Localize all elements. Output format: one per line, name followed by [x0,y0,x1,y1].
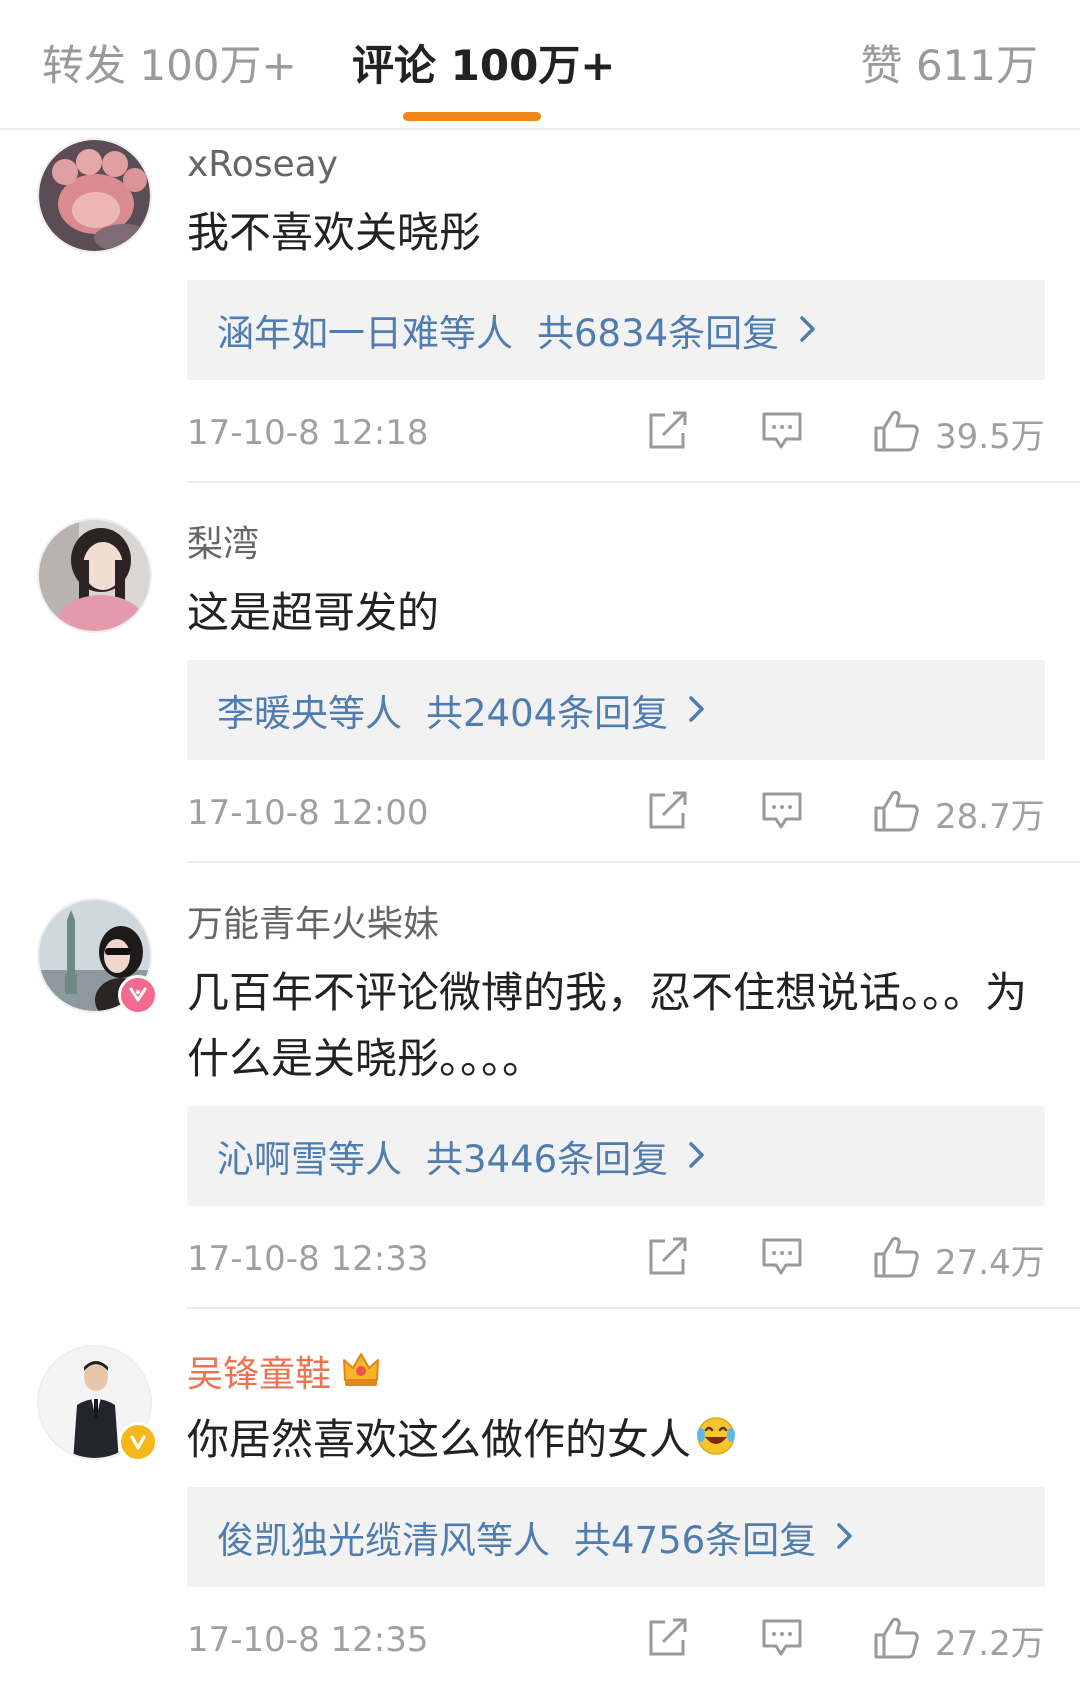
thumbs-up-icon [873,1616,919,1664]
reply-names: 俊凯独光缆清风等人 [217,1519,550,1562]
active-tab-indicator [403,112,541,121]
reply-button[interactable] [761,1237,803,1281]
tab-forward[interactable]: 转发 100万+ [42,40,297,92]
reply-count: 共3446条回复 [426,1138,669,1181]
comment-text-body: 你居然喜欢这么做作的女人 [187,1415,692,1464]
comment-meta: 17-10-8 12:18 39.5万 [187,409,1045,457]
replies-summary[interactable]: 涵年如一日难等人 共6834条回复 [187,280,1045,380]
reply-button[interactable] [761,1618,803,1662]
verified-yellow-badge-icon [118,1422,158,1462]
share-icon [647,1237,689,1281]
share-icon [647,791,689,835]
share-button[interactable] [647,411,689,455]
reply-count: 共2404条回复 [426,692,669,735]
thumbs-up-icon [873,409,919,457]
comment-text: 我不喜欢关晓彤 [187,208,482,257]
comment-icon [761,1237,803,1281]
comment-text: 几百年不评论微博的我，忍不住想说话。。。为什么是关晓彤。。。。 [187,968,1028,1083]
divider [187,1307,1080,1309]
username[interactable]: xRoseay [187,143,338,187]
reply-names: 沁啊雪等人 [217,1138,402,1181]
comment-meta: 17-10-8 12:00 28.7万 [187,789,1045,837]
replies-summary[interactable]: 李暖央等人 共2404条回复 [187,660,1045,760]
reply-count: 共4756条回复 [574,1519,817,1562]
share-button[interactable] [647,791,689,835]
chevron-right-icon [799,309,817,352]
tab-likes[interactable]: 赞 611万 [860,40,1038,92]
replies-summary[interactable]: 沁啊雪等人 共3446条回复 [187,1106,1045,1206]
reply-button[interactable] [761,411,803,455]
replies-summary[interactable]: 俊凯独光缆清风等人 共4756条回复 [187,1487,1045,1587]
like-count: 28.7万 [935,796,1045,837]
like-count: 27.2万 [935,1623,1045,1664]
like-button[interactable]: 39.5万 [873,409,1045,457]
username[interactable]: 梨湾 [187,523,259,567]
chevron-right-icon [688,689,706,732]
username[interactable]: 吴锋童鞋 [187,1350,381,1399]
vip-pink-badge-icon [118,975,158,1015]
comment-meta: 17-10-8 12:35 27.2万 [187,1616,1045,1664]
crying-laughing-emoji [695,1410,737,1476]
crown-icon [341,1350,381,1399]
avatar[interactable] [37,1345,158,1462]
comment-text: 你居然喜欢这么做作的女人 [187,1407,1047,1476]
comment-icon [761,791,803,835]
username[interactable]: 万能青年火柴妹 [187,903,439,947]
timestamp: 17-10-8 12:18 [187,413,429,453]
share-button[interactable] [647,1237,689,1281]
divider [187,481,1080,483]
like-count: 39.5万 [935,416,1045,457]
avatar[interactable] [37,898,158,1015]
share-button[interactable] [647,1618,689,1662]
tab-comments[interactable]: 评论 100万+ [352,40,616,92]
timestamp: 17-10-8 12:35 [187,1620,429,1660]
reply-names: 李暖央等人 [217,692,402,735]
timestamp: 17-10-8 12:00 [187,793,429,833]
username-text: 吴锋童鞋 [187,1353,332,1395]
reply-button[interactable] [761,791,803,835]
reply-names: 涵年如一日难等人 [217,312,513,355]
share-icon [647,411,689,455]
divider [187,861,1080,863]
comment-tabs: 转发 100万+ 评论 100万+ 赞 611万 [0,0,1080,130]
comment-text: 这是超哥发的 [187,588,440,637]
like-button[interactable]: 27.4万 [873,1235,1045,1283]
comment-icon [761,411,803,455]
like-button[interactable]: 27.2万 [873,1616,1045,1664]
chevron-right-icon [836,1516,854,1559]
timestamp: 17-10-8 12:33 [187,1239,429,1279]
reply-count: 共6834条回复 [537,312,780,355]
avatar[interactable] [37,518,152,633]
avatar[interactable] [37,138,152,253]
share-icon [647,1618,689,1662]
thumbs-up-icon [873,789,919,837]
like-count: 27.4万 [935,1242,1045,1283]
chevron-right-icon [688,1135,706,1178]
comment-meta: 17-10-8 12:33 27.4万 [187,1235,1045,1283]
like-button[interactable]: 28.7万 [873,789,1045,837]
comment-icon [761,1618,803,1662]
thumbs-up-icon [873,1235,919,1283]
